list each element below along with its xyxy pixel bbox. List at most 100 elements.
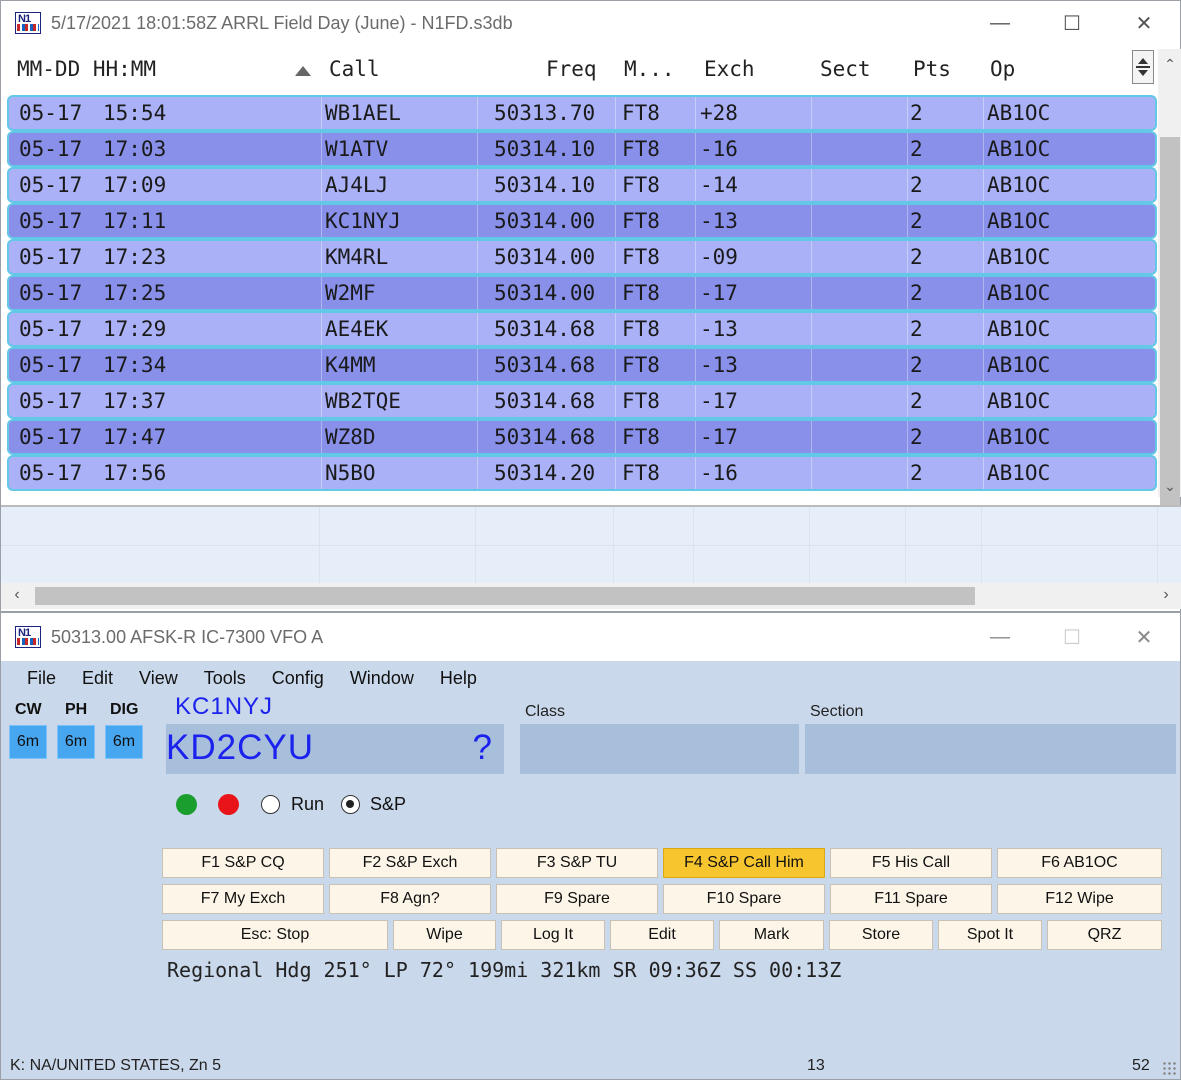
callsign-input[interactable]: KD2CYU [166, 728, 314, 768]
cell-op: AB1OC [987, 461, 1051, 485]
column-separator [983, 205, 984, 237]
menu-config[interactable]: Config [272, 668, 324, 689]
run-radio[interactable] [261, 795, 280, 814]
class-field[interactable] [520, 724, 799, 774]
column-separator [907, 241, 908, 273]
fkey-f1[interactable]: F1 S&P CQ [162, 848, 324, 878]
column-separator [615, 349, 616, 381]
scroll-right-icon[interactable]: › [1158, 586, 1174, 604]
horizontal-scroll-thumb[interactable] [35, 587, 975, 605]
col-header-mode[interactable]: M... [624, 57, 675, 81]
fkey-f12[interactable]: F12 Wipe [997, 884, 1162, 914]
col-header-datetime[interactable]: MM-DD HH:MM [17, 57, 156, 81]
cell-date: 05-17 [19, 281, 83, 305]
col-header-op[interactable]: Op [990, 57, 1015, 81]
fkey-f2[interactable]: F2 S&P Exch [329, 848, 491, 878]
table-row[interactable]: 05-17 17:56 N5BO 50314.20 FT8 -16 2 AB1OC [7, 455, 1157, 491]
fkey-f3[interactable]: F3 S&P TU [496, 848, 658, 878]
column-separator [695, 313, 696, 345]
column-separator [321, 277, 322, 309]
sort-ascending-icon[interactable] [295, 66, 311, 76]
column-separator [695, 241, 696, 273]
esc-stop-button[interactable]: Esc: Stop [162, 920, 388, 950]
fkey-f5[interactable]: F5 His Call [830, 848, 992, 878]
resize-grip-icon[interactable] [1162, 1061, 1176, 1075]
column-separator [477, 205, 478, 237]
band-button-cw[interactable]: 6m [9, 725, 47, 759]
log-it-button[interactable]: Log It [501, 920, 605, 950]
menu-view[interactable]: View [139, 668, 178, 689]
col-header-sect[interactable]: Sect [820, 57, 871, 81]
column-separator [907, 313, 908, 345]
horizontal-scrollbar[interactable]: ‹ › [1, 583, 1181, 609]
column-separator [477, 241, 478, 273]
red-status-indicator [218, 794, 239, 815]
table-row[interactable]: 05-17 17:09 AJ4LJ 50314.10 FT8 -14 2 AB1OC [7, 167, 1157, 203]
edit-button[interactable]: Edit [610, 920, 714, 950]
band-button-ph[interactable]: 6m [57, 725, 95, 759]
minimize-icon[interactable]: — [964, 1, 1036, 45]
qrz-button[interactable]: QRZ [1047, 920, 1162, 950]
fkey-f7[interactable]: F7 My Exch [162, 884, 324, 914]
column-separator [907, 205, 908, 237]
column-separator [615, 421, 616, 453]
maximize-icon[interactable]: ☐ [1036, 613, 1108, 661]
scroll-down-icon[interactable]: ⌄ [1163, 479, 1177, 493]
scroll-up-icon[interactable]: ⌃ [1163, 57, 1177, 71]
band-button-dig[interactable]: 6m [105, 725, 143, 759]
section-field[interactable] [805, 724, 1176, 774]
sp-radio-label[interactable]: S&P [370, 794, 406, 815]
col-header-exch[interactable]: Exch [704, 57, 755, 81]
cell-op: AB1OC [987, 389, 1051, 413]
table-row[interactable]: 05-17 17:11 KC1NYJ 50314.00 FT8 -13 2 AB1OC [7, 203, 1157, 239]
table-row[interactable]: 05-17 17:37 WB2TQE 50314.68 FT8 -17 2 AB1OC [7, 383, 1157, 419]
entry-window-title: 50313.00 AFSK-R IC-7300 VFO A [51, 626, 324, 647]
col-header-pts[interactable]: Pts [913, 57, 951, 81]
col-header-call[interactable]: Call [329, 57, 380, 81]
menu-file[interactable]: File [27, 668, 56, 689]
table-row[interactable]: 05-17 17:23 KM4RL 50314.00 FT8 -09 2 AB1OC [7, 239, 1157, 275]
column-separator [983, 385, 984, 417]
menu-tools[interactable]: Tools [204, 668, 246, 689]
table-row[interactable]: 05-17 15:54 WB1AEL 50313.70 FT8 +28 2 AB1OC [7, 95, 1157, 131]
cell-mode: FT8 [622, 425, 660, 449]
mark-button[interactable]: Mark [719, 920, 824, 950]
vertical-scroll-thumb[interactable] [1160, 137, 1180, 515]
fkey-f4[interactable]: F4 S&P Call Him [663, 848, 825, 878]
run-radio-label[interactable]: Run [291, 794, 324, 815]
table-row[interactable]: 05-17 17:47 WZ8D 50314.68 FT8 -17 2 AB1OC [7, 419, 1157, 455]
fkey-f10[interactable]: F10 Spare [663, 884, 825, 914]
wipe-button[interactable]: Wipe [393, 920, 496, 950]
status-count: 13 [807, 1057, 825, 1074]
fkey-f8[interactable]: F8 Agn? [329, 884, 491, 914]
cell-date: 05-17 [19, 209, 83, 233]
cell-op: AB1OC [987, 137, 1051, 161]
maximize-icon[interactable]: ☐ [1036, 1, 1108, 45]
table-row[interactable]: 05-17 17:03 W1ATV 50314.10 FT8 -16 2 AB1OC [7, 131, 1157, 167]
column-spinner[interactable] [1132, 50, 1154, 84]
scroll-left-icon[interactable]: ‹ [9, 586, 25, 604]
entry-titlebar: N1 50313.00 AFSK-R IC-7300 VFO A — ☐ ✕ [1, 613, 1180, 661]
fkey-f9[interactable]: F9 Spare [496, 884, 658, 914]
sp-radio[interactable] [341, 795, 360, 814]
menu-window[interactable]: Window [350, 668, 414, 689]
cell-time: 17:23 [103, 245, 167, 269]
close-icon[interactable]: ✕ [1108, 613, 1180, 661]
minimize-icon[interactable]: — [964, 613, 1036, 661]
vertical-scrollbar[interactable]: ⌃ ⌄ [1158, 49, 1181, 515]
column-separator [811, 97, 812, 129]
table-row[interactable]: 05-17 17:29 AE4EK 50314.68 FT8 -13 2 AB1OC [7, 311, 1157, 347]
fkey-f11[interactable]: F11 Spare [830, 884, 992, 914]
fkey-f6[interactable]: F6 AB1OC [997, 848, 1162, 878]
close-icon[interactable]: ✕ [1108, 1, 1180, 45]
column-separator [811, 349, 812, 381]
spot-it-button[interactable]: Spot It [938, 920, 1042, 950]
store-button[interactable]: Store [829, 920, 933, 950]
col-header-freq[interactable]: Freq [546, 57, 597, 81]
table-row[interactable]: 05-17 17:34 K4MM 50314.68 FT8 -13 2 AB1OC [7, 347, 1157, 383]
column-separator [615, 97, 616, 129]
menu-help[interactable]: Help [440, 668, 477, 689]
menu-edit[interactable]: Edit [82, 668, 113, 689]
callsign-field[interactable]: KD2CYU ? [166, 724, 504, 774]
table-row[interactable]: 05-17 17:25 W2MF 50314.00 FT8 -17 2 AB1OC [7, 275, 1157, 311]
